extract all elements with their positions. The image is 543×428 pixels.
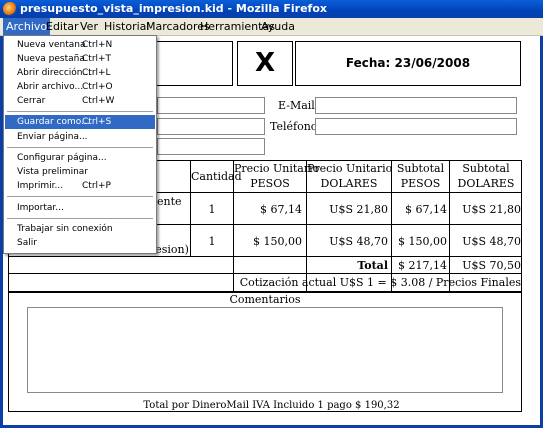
row-unit-price-dolares: U$S 48,70 [329, 235, 388, 248]
header-pu-pesos-line2: PESOS [250, 177, 290, 190]
row-unit-price-pesos: $ 150,00 [253, 235, 302, 248]
menu-item-shortcut: Ctrl+N [82, 40, 113, 50]
firefox-icon [3, 2, 17, 16]
name-field[interactable] [157, 97, 265, 114]
menu-item-abrir-archivo[interactable]: Abrir archivo... Ctrl+O [5, 80, 155, 94]
address-field[interactable] [157, 118, 265, 135]
header-pu-dolares-line1: Precio Unitario [307, 162, 393, 175]
row-subtotal-pesos: $ 67,14 [405, 203, 447, 216]
row-subtotal-dolares: U$S 48,70 [462, 235, 521, 248]
menu-item-label: Abrir archivo... [17, 82, 84, 92]
menu-item-nueva-pestana[interactable]: Nueva pestaña Ctrl+T [5, 52, 155, 66]
email-label: E-Mail [278, 99, 315, 112]
menu-item-imprimir[interactable]: Imprimir... Ctrl+P [5, 179, 155, 193]
total-dolares: U$S 70,50 [462, 259, 521, 272]
menu-item-vista-preliminar[interactable]: Vista preliminar [5, 165, 155, 179]
header-st-pesos-line2: PESOS [400, 177, 441, 190]
menu-item-label: Abrir dirección... [17, 68, 92, 78]
menu-item-trabajar-sin-conexion[interactable]: Trabajar sin conexión [5, 222, 155, 236]
phone-field[interactable] [315, 118, 517, 135]
phone-label: Teléfono [270, 120, 318, 133]
comments-textarea[interactable] [27, 307, 503, 393]
menu-item-shortcut: Ctrl+T [82, 54, 112, 64]
window-title-bar[interactable]: presupuesto_vista_impresion.kid - Mozill… [0, 0, 543, 18]
menu-ayuda[interactable]: Ayuda [258, 18, 298, 36]
menu-item-abrir-direccion[interactable]: Abrir dirección... Ctrl+L [5, 66, 155, 80]
menu-ver[interactable]: Ver [77, 18, 101, 36]
row-quantity: 1 [208, 235, 216, 248]
menu-item-label: Vista preliminar [17, 167, 88, 177]
row-unit-price-pesos: $ 67,14 [260, 203, 302, 216]
payment-footer: Total por DineroMail IVA Incluido 1 pago… [143, 400, 400, 411]
header-st-pesos-line1: Subtotal [396, 162, 445, 175]
menu-item-guardar-como[interactable]: Guardar como... Ctrl+S [5, 115, 155, 129]
row-quantity: 1 [208, 203, 216, 216]
menu-item-label: Nueva pestaña [17, 54, 85, 64]
header-st-dolares-line2: DOLARES [457, 177, 515, 190]
document-type-mark: X [237, 41, 293, 86]
total-label: Total [357, 259, 388, 272]
exchange-rate-text: Cotización actual U$S 1 = $ 3.08 / Preci… [239, 276, 521, 289]
comments-label: Comentarios [229, 293, 301, 306]
menu-separator [7, 111, 153, 112]
date-box: Fecha: 23/06/2008 [295, 41, 521, 86]
menu-item-configurar-pagina[interactable]: Configurar página... [5, 151, 155, 165]
window-title: presupuesto_vista_impresion.kid - Mozill… [20, 2, 327, 15]
row-description: ente [157, 195, 182, 208]
menu-item-shortcut: Ctrl+L [82, 68, 111, 78]
menu-item-label: Imprimir... [17, 181, 64, 191]
menu-separator [7, 218, 153, 219]
email-field[interactable] [315, 97, 517, 114]
menu-item-label: Importar... [17, 203, 64, 213]
row-subtotal-dolares: U$S 21,80 [462, 203, 521, 216]
header-pu-pesos-line1: Precio Unitario [234, 162, 320, 175]
menu-item-cerrar[interactable]: Cerrar Ctrl+W [5, 94, 155, 108]
menu-item-label: Salir [17, 238, 37, 248]
menu-bar: Archivo Editar Ver Historial Marcadores … [0, 18, 543, 36]
file-menu-dropdown: Nueva ventana Ctrl+N Nueva pestaña Ctrl+T … [3, 35, 157, 254]
menu-separator [7, 147, 153, 148]
menu-item-label: Cerrar [17, 96, 46, 106]
menu-item-label: Guardar como... [17, 117, 90, 127]
menu-item-label: Nueva ventana [17, 40, 86, 50]
header-pu-dolares-line2: DOLARES [320, 177, 378, 190]
row-subtotal-pesos: $ 150,00 [398, 235, 447, 248]
header-cantidad: Cantidad [191, 170, 242, 183]
menu-item-label: Configurar página... [17, 153, 107, 163]
menu-item-shortcut: Ctrl+S [82, 117, 112, 127]
menu-item-nueva-ventana[interactable]: Nueva ventana Ctrl+N [5, 38, 155, 52]
menu-separator [7, 196, 153, 197]
menu-item-shortcut: Ctrl+O [82, 82, 113, 92]
city-field[interactable] [157, 138, 265, 155]
header-st-dolares-line1: Subtotal [462, 162, 510, 175]
row-unit-price-dolares: U$S 21,80 [329, 203, 388, 216]
menu-editar[interactable]: Editar [43, 18, 82, 36]
menu-item-salir[interactable]: Salir [5, 236, 155, 250]
menu-item-label: Trabajar sin conexión [17, 224, 113, 234]
menu-item-importar[interactable]: Importar... [5, 201, 155, 215]
total-pesos: $ 217,14 [398, 259, 447, 272]
menu-item-shortcut: Ctrl+W [82, 96, 115, 106]
menu-item-shortcut: Ctrl+P [82, 181, 111, 191]
menu-item-enviar-pagina[interactable]: Enviar página... [5, 130, 155, 144]
menu-item-label: Enviar página... [17, 132, 88, 142]
